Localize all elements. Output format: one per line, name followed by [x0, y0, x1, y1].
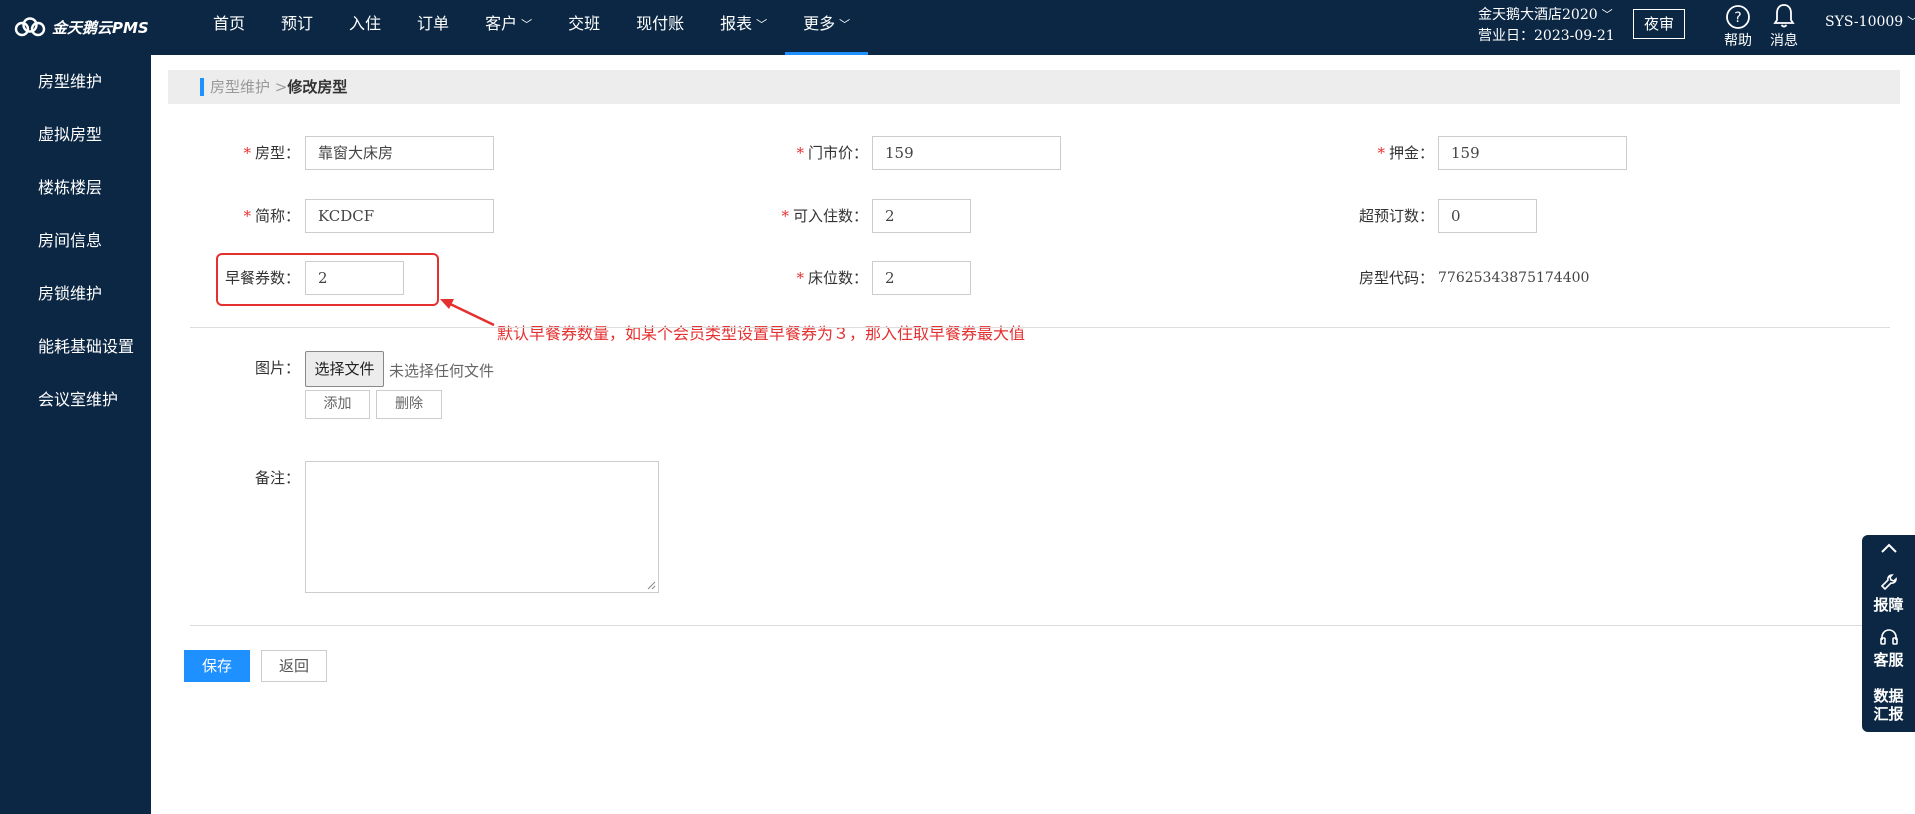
nav-more[interactable]: 更多 ﹀: [785, 0, 869, 55]
hotel-selector[interactable]: 金天鹅大酒店2020 ﹀ 营业日：2023-09-21: [1478, 5, 1615, 46]
nav-reports[interactable]: 报表 ﹀: [702, 0, 785, 55]
remark-textarea[interactable]: [305, 461, 659, 593]
sidebar-item-room-info[interactable]: 房间信息: [0, 214, 151, 267]
delete-image-button[interactable]: 删除: [376, 390, 442, 419]
sidebar-item-room-lock[interactable]: 房锁维护: [0, 267, 151, 320]
overbook-label: 超预订数：: [1358, 207, 1434, 225]
choose-file-button[interactable]: 选择文件: [305, 351, 384, 387]
data-report-button[interactable]: 数据 汇报: [1862, 687, 1915, 723]
short-name-input[interactable]: KCDCF: [305, 199, 494, 233]
nav-checkin[interactable]: 入住: [331, 0, 399, 55]
image-label: 图片：: [254, 359, 300, 377]
chevron-down-icon: ﹀: [521, 18, 533, 31]
customer-service-button[interactable]: 客服: [1862, 627, 1915, 669]
sidebar: 房型维护 虚拟房型 楼栋楼层 房间信息 房锁维护 能耗基础设置 会议室维护: [0, 55, 151, 814]
hotel-name: 金天鹅大酒店2020: [1478, 7, 1598, 23]
float-panel: 报障 客服 数据 汇报: [1862, 535, 1915, 732]
deposit-input[interactable]: 159: [1438, 136, 1627, 170]
add-image-button[interactable]: 添加: [305, 390, 370, 419]
nav-shift[interactable]: 交班: [550, 0, 618, 55]
divider: [190, 327, 1890, 328]
logo[interactable]: 金天鹅云PMS: [14, 14, 149, 40]
sidebar-item-buildings-floors[interactable]: 楼栋楼层: [0, 161, 151, 214]
user-menu[interactable]: SYS-10009﹀: [1825, 14, 1915, 30]
breadcrumb-accent: [200, 78, 204, 96]
nav-customers[interactable]: 客户 ﹀: [467, 0, 550, 55]
chevron-down-icon: ﹀: [1601, 8, 1613, 21]
file-status: 未选择任何文件: [389, 362, 495, 380]
sidebar-item-energy-settings[interactable]: 能耗基础设置: [0, 320, 151, 373]
night-audit-button[interactable]: 夜审: [1633, 9, 1685, 39]
short-name-label: * 简称：: [243, 207, 300, 225]
top-bar: 金天鹅云PMS 首页 预订 入住 订单 客户 ﹀ 交班 现付账 报表 ﹀ 更多 ﹀ 金…: [0, 0, 1915, 55]
chevron-down-icon: ﹀: [1907, 13, 1915, 29]
room-code-value: 77625343875174400: [1438, 270, 1590, 286]
bell-icon: [1764, 0, 1804, 30]
annotation-text: 默认早餐券数量，如某个会员类型设置早餐券为３，那入住取早餐券最大值: [497, 324, 1026, 343]
room-type-input[interactable]: 靠窗大床房: [305, 136, 494, 170]
main-nav: 首页 预订 入住 订单 客户 ﹀ 交班 现付账 报表 ﹀ 更多 ﹀: [195, 0, 869, 55]
wrench-icon: [1880, 574, 1897, 591]
help-button[interactable]: ? 帮助: [1718, 0, 1758, 55]
nav-orders[interactable]: 订单: [399, 0, 467, 55]
page-title: 修改房型: [287, 78, 348, 96]
chevron-up-icon: [1880, 543, 1897, 553]
annotation-arrow-icon: [440, 299, 495, 327]
overbook-input[interactable]: 0: [1438, 199, 1537, 233]
chevron-down-icon: ﹀: [756, 18, 768, 31]
sidebar-item-room-type[interactable]: 房型维护: [0, 55, 151, 108]
nav-home[interactable]: 首页: [195, 0, 263, 55]
max-guests-label: * 可入住数：: [781, 207, 868, 225]
report-issue-button[interactable]: 报障: [1862, 572, 1915, 614]
sidebar-item-virtual-room-type[interactable]: 虚拟房型: [0, 108, 151, 161]
room-type-label: * 房型：: [243, 144, 300, 162]
back-button[interactable]: 返回: [261, 650, 327, 682]
rack-price-input[interactable]: 159: [872, 136, 1061, 170]
resize-handle-icon[interactable]: [647, 581, 656, 590]
collapse-button[interactable]: [1862, 541, 1915, 559]
logo-text: 金天鹅云PMS: [52, 18, 149, 37]
max-guests-input[interactable]: 2: [872, 199, 971, 233]
deposit-label: * 押金：: [1377, 144, 1434, 162]
messages-button[interactable]: 消息: [1764, 0, 1804, 55]
headset-icon: [1879, 629, 1898, 645]
nav-reservation[interactable]: 预订: [263, 0, 331, 55]
highlight-box: [216, 253, 439, 306]
beds-input[interactable]: 2: [872, 261, 971, 295]
breadcrumb-parent[interactable]: 房型维护 >: [210, 78, 287, 96]
rack-price-label: * 门市价：: [796, 144, 868, 162]
room-code-label: 房型代码：: [1358, 269, 1434, 287]
save-button[interactable]: 保存: [184, 650, 250, 682]
cloud-logo-icon: [14, 17, 46, 37]
svg-text:?: ?: [1734, 10, 1741, 26]
remark-label: 备注：: [254, 469, 300, 487]
beds-label: * 床位数：: [796, 269, 868, 287]
sidebar-item-meeting-room[interactable]: 会议室维护: [0, 373, 151, 426]
business-date: 营业日：2023-09-21: [1478, 28, 1615, 44]
help-icon: ?: [1718, 0, 1758, 30]
chevron-down-icon: ﹀: [839, 18, 851, 31]
breadcrumb: 房型维护 >修改房型: [168, 70, 1900, 104]
nav-cash-account[interactable]: 现付账: [618, 0, 702, 55]
divider: [190, 625, 1870, 626]
